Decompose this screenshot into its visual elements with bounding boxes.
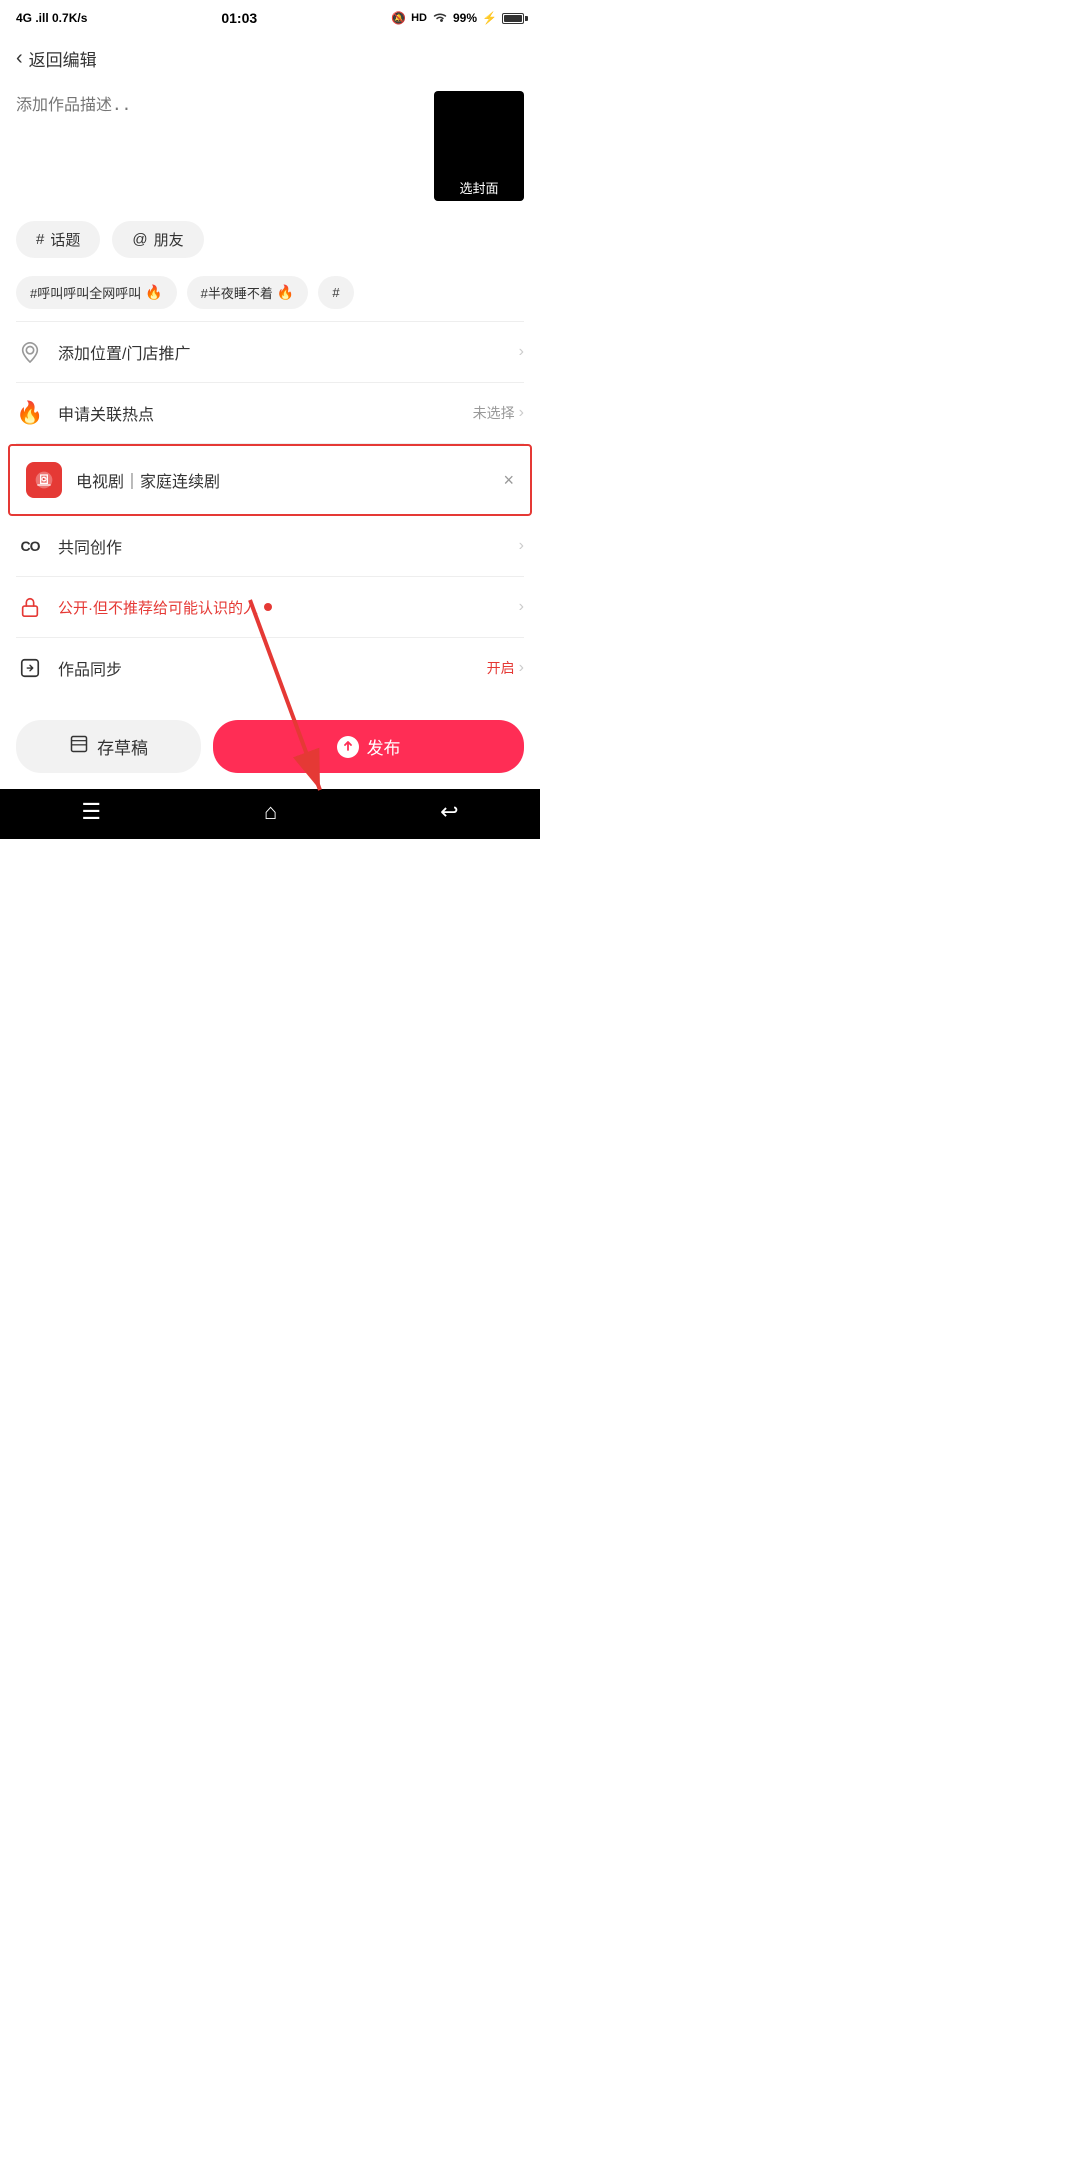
hotspot-right: 未选择 › — [473, 403, 524, 423]
signal-text: 4G .ill 0.7K/s — [16, 11, 87, 25]
nav-bar: ‹ 返回编辑 — [0, 36, 540, 81]
fire-icon: 🔥 — [16, 399, 44, 427]
friend-label: 朋友 — [154, 229, 184, 250]
hashtag-text-2: #半夜睡不着 — [201, 283, 273, 302]
co-icon: CO — [16, 532, 44, 560]
menu-icon[interactable]: ☰ — [81, 799, 101, 825]
sync-icon — [16, 654, 44, 682]
hd-badge: HD — [411, 12, 427, 24]
publish-button[interactable]: 发布 — [213, 720, 524, 773]
status-bar: 4G .ill 0.7K/s 01:03 🔕 HD 99% ⚡ — [0, 0, 540, 36]
bottom-bar: 存草稿 发布 — [0, 708, 540, 789]
privacy-label: 公开·但不推荐给可能认识的人 — [58, 597, 505, 618]
hotspot-value: 未选择 — [473, 403, 515, 423]
hashtag-chip-3[interactable]: # — [318, 276, 353, 309]
status-signal: 4G .ill 0.7K/s — [16, 11, 87, 25]
location-row[interactable]: 添加位置/门店推广 › — [0, 322, 540, 382]
red-dot-indicator — [264, 603, 272, 611]
publish-label: 发布 — [367, 734, 401, 759]
battery-percent: 99% — [453, 11, 477, 25]
privacy-text-content: 公开·但不推荐给可能认识的人 — [58, 597, 258, 618]
save-icon — [69, 734, 89, 759]
save-draft-label: 存草稿 — [97, 734, 148, 759]
flame-icon-2: 🔥 — [277, 284, 294, 301]
coop-row[interactable]: CO 共同创作 › — [0, 516, 540, 576]
tv-drama-label: 电视剧｜家庭连续剧 — [76, 468, 489, 492]
flame-icon-1: 🔥 — [145, 284, 162, 301]
tv-drama-close-icon[interactable]: × — [503, 470, 514, 491]
description-input[interactable] — [16, 91, 422, 171]
back-button[interactable]: ‹ 返回编辑 — [16, 46, 97, 71]
friend-button[interactable]: @ 朋友 — [112, 221, 203, 258]
back-arrow-icon: ‹ — [16, 47, 23, 70]
bottom-nav: ☰ ⌂ ↩ — [0, 789, 540, 839]
status-icons: 🔕 HD 99% ⚡ — [391, 11, 524, 26]
hotspot-label: 申请关联热点 — [58, 401, 459, 425]
wifi-icon — [432, 11, 448, 26]
tv-drama-icon — [26, 462, 62, 498]
at-icon: @ — [132, 231, 147, 248]
back-label: 返回编辑 — [29, 46, 97, 71]
hotspot-row[interactable]: 🔥 申请关联热点 未选择 › — [0, 383, 540, 443]
location-chevron: › — [519, 343, 524, 361]
hashtag-text-1: #呼叫呼叫全网呼叫 — [30, 283, 141, 302]
topic-label: 话题 — [50, 229, 80, 250]
sync-value: 开启 — [487, 658, 515, 678]
hashtag-chip-2[interactable]: #半夜睡不着 🔥 — [187, 276, 309, 309]
co-text: CO — [21, 538, 40, 554]
coop-chevron: › — [519, 537, 524, 555]
tag-buttons-area: # 话题 @ 朋友 — [0, 211, 540, 268]
sync-row[interactable]: 作品同步 开启 › — [0, 638, 540, 698]
hashtag-chip-1[interactable]: #呼叫呼叫全网呼叫 🔥 — [16, 276, 177, 309]
location-icon — [16, 338, 44, 366]
location-right: › — [519, 343, 524, 361]
hash-icon: # — [36, 231, 44, 248]
privacy-right: › — [519, 598, 524, 616]
location-label: 添加位置/门店推广 — [58, 340, 505, 364]
save-draft-button[interactable]: 存草稿 — [16, 720, 201, 773]
tv-drama-row[interactable]: 电视剧｜家庭连续剧 × — [8, 444, 532, 516]
privacy-row[interactable]: 公开·但不推荐给可能认识的人 › — [0, 577, 540, 637]
publish-icon — [337, 736, 359, 758]
battery-icon — [502, 13, 524, 24]
sync-right: 开启 › — [487, 658, 524, 678]
cover-label: 选封面 — [434, 174, 524, 201]
hashtag-chips: #呼叫呼叫全网呼叫 🔥 #半夜睡不着 🔥 # — [0, 268, 540, 321]
topic-button[interactable]: # 话题 — [16, 221, 100, 258]
status-time: 01:03 — [221, 10, 257, 26]
home-icon[interactable]: ⌂ — [264, 799, 277, 825]
description-area: 选封面 — [0, 81, 540, 211]
privacy-chevron: › — [519, 598, 524, 616]
hashtag-text-3: # — [332, 285, 339, 300]
cover-thumbnail[interactable]: 选封面 — [434, 91, 524, 201]
lock-icon — [16, 593, 44, 621]
coop-label: 共同创作 — [58, 534, 505, 558]
sync-label: 作品同步 — [58, 656, 473, 680]
charging-icon: ⚡ — [482, 11, 497, 25]
hotspot-chevron: › — [519, 404, 524, 422]
coop-right: › — [519, 537, 524, 555]
sync-chevron: › — [519, 659, 524, 677]
alarm-icon: 🔕 — [391, 11, 406, 25]
back-nav-icon[interactable]: ↩ — [440, 799, 458, 825]
